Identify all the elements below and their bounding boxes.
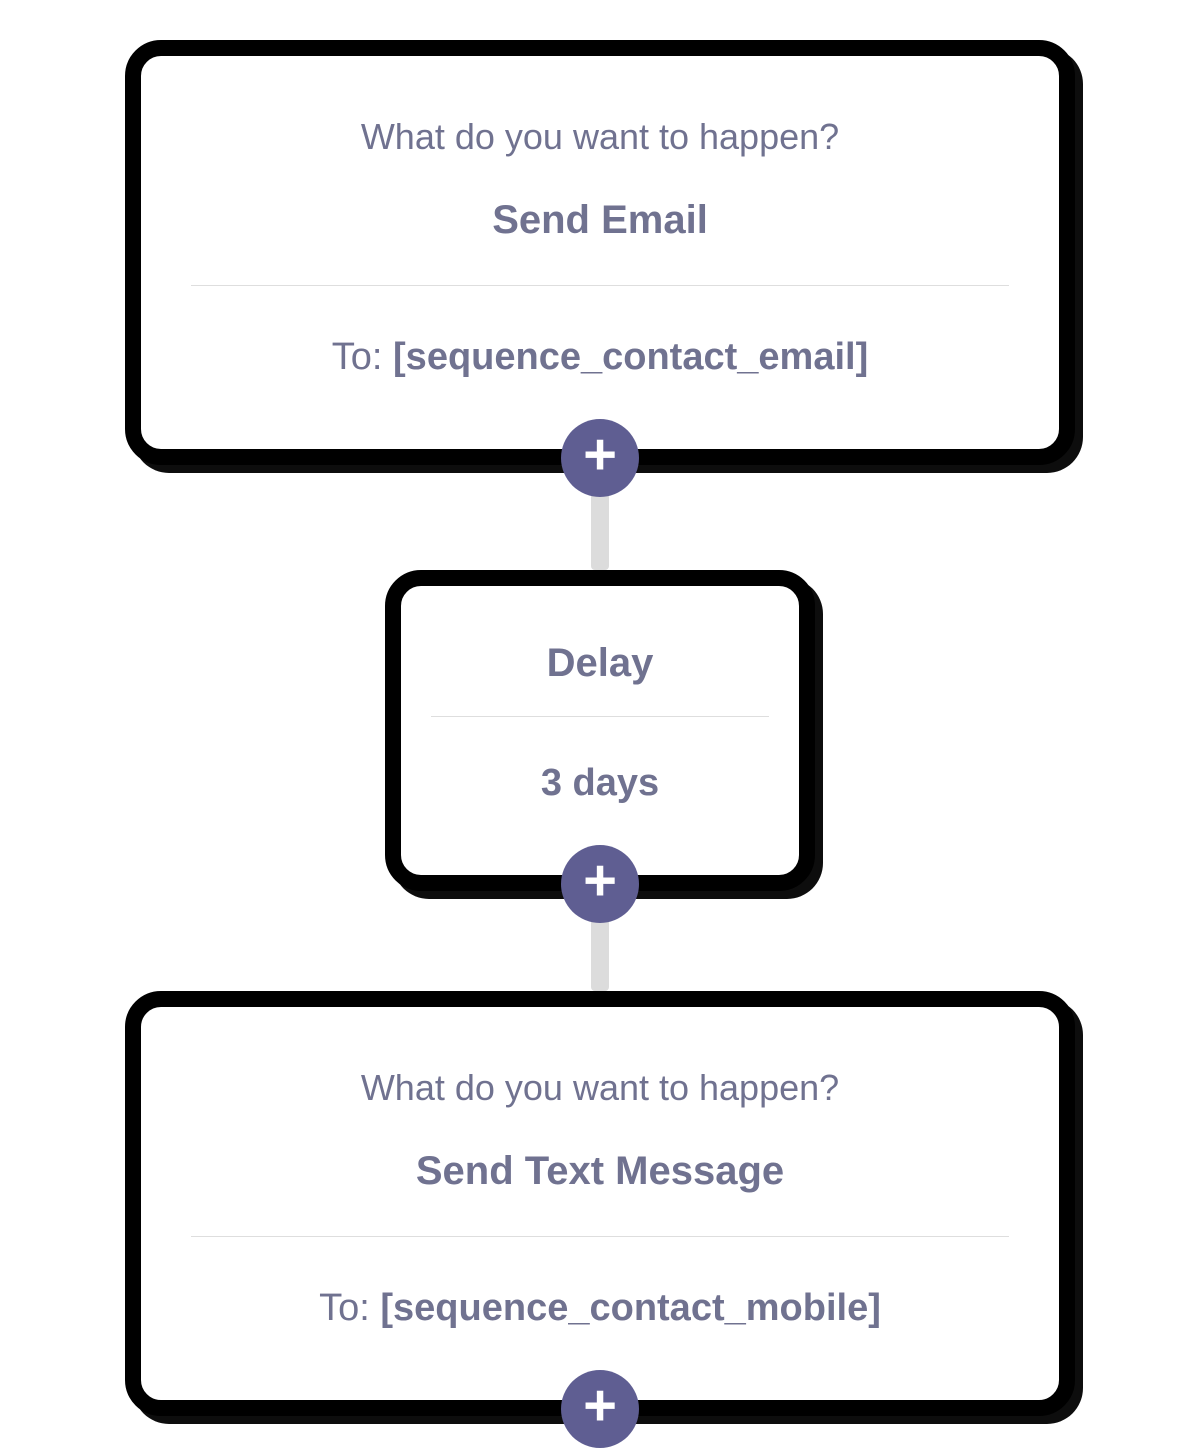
divider	[191, 1236, 1009, 1237]
add-step-button[interactable]: +	[561, 419, 639, 497]
step-title: Send Text Message	[191, 1149, 1009, 1194]
add-step-button[interactable]: +	[561, 1370, 639, 1448]
step-prompt: What do you want to happen?	[191, 116, 1009, 158]
divider	[191, 285, 1009, 286]
step-title: Delay	[431, 641, 769, 686]
workflow-canvas: What do you want to happen? Send Email T…	[0, 0, 1200, 1416]
step-value: 3 days	[431, 762, 769, 805]
workflow-step-delay[interactable]: Delay 3 days +	[385, 570, 815, 891]
to-value: [sequence_contact_email]	[393, 336, 868, 378]
add-step-button[interactable]: +	[561, 845, 639, 923]
to-prefix: To:	[319, 1287, 380, 1329]
delay-value: 3 days	[541, 762, 659, 804]
workflow-step-send-text[interactable]: What do you want to happen? Send Text Me…	[125, 991, 1075, 1416]
step-title: Send Email	[191, 198, 1009, 243]
divider	[431, 716, 769, 717]
to-prefix: To:	[332, 336, 393, 378]
step-prompt: What do you want to happen?	[191, 1067, 1009, 1109]
workflow-step-send-email[interactable]: What do you want to happen? Send Email T…	[125, 40, 1075, 465]
plus-icon: +	[583, 426, 617, 484]
to-value: [sequence_contact_mobile]	[380, 1287, 880, 1329]
plus-icon: +	[583, 852, 617, 910]
step-detail: To: [sequence_contact_mobile]	[191, 1287, 1009, 1330]
plus-icon: +	[583, 1377, 617, 1435]
step-detail: To: [sequence_contact_email]	[191, 336, 1009, 379]
